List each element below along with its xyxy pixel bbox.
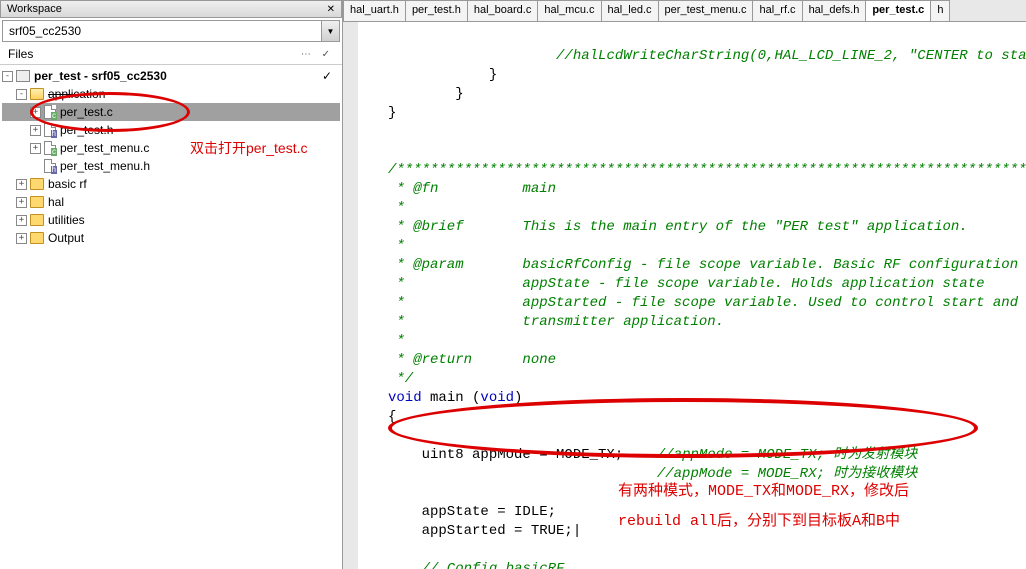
- file-label: per_test_menu.h: [60, 157, 150, 175]
- expander-minus-icon[interactable]: -: [16, 89, 27, 100]
- tree-folder-basicrf[interactable]: + basic rf: [2, 175, 340, 193]
- tree-file-per-test-menu-c[interactable]: + per_test_menu.c: [2, 139, 340, 157]
- annotation-text-code-1: 有两种模式，MODE_TX和MODE_RX，修改后: [618, 482, 909, 501]
- editor-tab[interactable]: hal_defs.h: [802, 0, 867, 21]
- editor-tab[interactable]: per_test_menu.c: [658, 0, 754, 21]
- file-label: per_test.h: [60, 121, 113, 139]
- config-dropdown-input[interactable]: [3, 21, 321, 41]
- close-icon[interactable]: ✕: [327, 4, 335, 15]
- editor-tab[interactable]: hal_uart.h: [343, 0, 406, 21]
- folder-label: Output: [48, 229, 84, 247]
- editor-tab[interactable]: hal_rf.c: [752, 0, 802, 21]
- editor-tabs[interactable]: hal_uart.hper_test.hhal_board.chal_mcu.c…: [343, 0, 1026, 22]
- tree-file-per-test-menu-h[interactable]: per_test_menu.h: [2, 157, 340, 175]
- folder-icon: [30, 196, 44, 208]
- folder-label: basic rf: [48, 175, 87, 193]
- editor-tab[interactable]: h: [930, 0, 950, 21]
- code-editor[interactable]: //halLcdWriteCharString(0,HAL_LCD_LINE_2…: [343, 22, 1026, 569]
- expander-plus-icon[interactable]: +: [16, 197, 27, 208]
- workspace-title: Workspace: [7, 3, 62, 15]
- editor-tab[interactable]: per_test.h: [405, 0, 468, 21]
- annotation-text-code-2: rebuild all后，分别下到目标板A和B中: [618, 512, 900, 531]
- chevron-down-icon[interactable]: ▼: [321, 21, 339, 41]
- expander-plus-icon[interactable]: +: [16, 179, 27, 190]
- active-check-icon: ✓: [322, 67, 332, 85]
- folder-icon: [30, 214, 44, 226]
- expander-plus-icon[interactable]: +: [16, 233, 27, 244]
- expander-plus-icon[interactable]: +: [30, 107, 41, 118]
- expander-plus-icon[interactable]: +: [30, 143, 41, 154]
- expander-plus-icon[interactable]: +: [30, 125, 41, 136]
- file-label: per_test_menu.c: [60, 139, 149, 157]
- h-file-icon: [44, 123, 56, 137]
- tree-folder-utilities[interactable]: + utilities: [2, 211, 340, 229]
- c-file-icon: [44, 105, 56, 119]
- tree-project-root[interactable]: - per_test - srf05_cc2530 ✓: [2, 67, 340, 85]
- expander-minus-icon[interactable]: -: [2, 71, 13, 82]
- tree-file-per-test-c[interactable]: + per_test.c: [2, 103, 340, 121]
- tree-file-per-test-h[interactable]: + per_test.h: [2, 121, 340, 139]
- files-header-icons[interactable]: ⋯ ✓: [301, 49, 334, 60]
- folder-open-icon: [30, 88, 44, 100]
- file-label: per_test.c: [60, 103, 113, 121]
- tree-folder-output[interactable]: + Output: [2, 229, 340, 247]
- tree-folder-hal[interactable]: + hal: [2, 193, 340, 211]
- config-dropdown[interactable]: ▼: [2, 20, 340, 42]
- expander-plus-icon[interactable]: +: [16, 215, 27, 226]
- editor-area: hal_uart.hper_test.hhal_board.chal_mcu.c…: [343, 0, 1026, 569]
- workspace-panel: Workspace ✕ ▼ Files ⋯ ✓ - per_test - srf…: [0, 0, 343, 569]
- editor-tab[interactable]: per_test.c: [865, 0, 931, 21]
- h-file-icon: [44, 159, 56, 173]
- editor-tab[interactable]: hal_led.c: [601, 0, 659, 21]
- folder-icon: [30, 232, 44, 244]
- project-icon: [16, 70, 30, 82]
- editor-tab[interactable]: hal_mcu.c: [537, 0, 601, 21]
- expander-leaf: [30, 161, 41, 172]
- c-file-icon: [44, 141, 56, 155]
- files-panel-header: Files ⋯ ✓: [0, 44, 342, 65]
- folder-label: utilities: [48, 211, 85, 229]
- tree-folder-application[interactable]: - application: [2, 85, 340, 103]
- folder-label: application: [48, 85, 105, 103]
- file-tree[interactable]: - per_test - srf05_cc2530 ✓ - applicatio…: [0, 65, 342, 569]
- workspace-titlebar: Workspace ✕: [0, 0, 342, 18]
- files-label: Files: [8, 47, 33, 61]
- editor-tab[interactable]: hal_board.c: [467, 0, 539, 21]
- project-label: per_test - srf05_cc2530: [34, 67, 167, 85]
- folder-icon: [30, 178, 44, 190]
- folder-label: hal: [48, 193, 64, 211]
